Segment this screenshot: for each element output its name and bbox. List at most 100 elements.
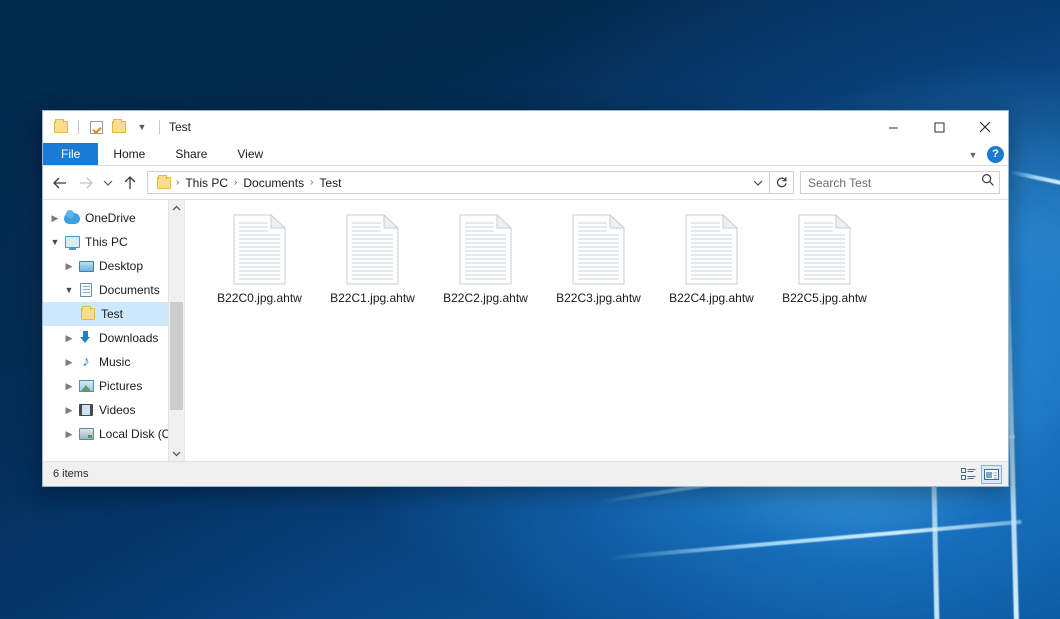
scrollbar-thumb[interactable] (170, 302, 183, 410)
file-explorer-window: ▼ Test File Home Share View ▼ ? (42, 110, 1009, 487)
recent-locations-chevron-icon[interactable] (99, 170, 117, 196)
breadcrumb-item-documents[interactable]: Documents (238, 176, 309, 190)
ribbon-right-controls[interactable]: ▼ ? (963, 143, 1004, 166)
title-bar[interactable]: ▼ Test (43, 111, 1008, 143)
sidebar-item-onedrive[interactable]: ▶ OneDrive (43, 206, 184, 230)
back-button[interactable] (47, 170, 73, 196)
sidebar-item-this-pc[interactable]: ▼ This PC (43, 230, 184, 254)
file-grid[interactable]: B22C0.jpg.ahtw (203, 212, 1008, 305)
document-file-icon (684, 214, 740, 286)
file-item[interactable]: B22C4.jpg.ahtw (655, 212, 768, 305)
help-icon[interactable]: ? (987, 146, 1004, 163)
file-name-label: B22C2.jpg.ahtw (443, 291, 528, 305)
scroll-down-icon[interactable] (169, 445, 184, 461)
file-name-label: B22C5.jpg.ahtw (782, 291, 867, 305)
sidebar-item-desktop[interactable]: ▶ Desktop (43, 254, 184, 278)
sidebar-item-label: Pictures (99, 379, 142, 393)
disk-icon (77, 426, 95, 442)
document-file-icon (571, 214, 627, 286)
sidebar-item-music[interactable]: ▶ ♪ Music (43, 350, 184, 374)
chevron-down-icon[interactable]: ▼ (47, 234, 63, 250)
file-item[interactable]: B22C0.jpg.ahtw (203, 212, 316, 305)
up-button[interactable] (117, 170, 143, 196)
window-body: ▶ OneDrive ▼ This PC ▶ Desktop ▼ (43, 199, 1008, 461)
file-list-pane[interactable]: B22C0.jpg.ahtw (185, 200, 1008, 461)
window-title: Test (169, 120, 191, 134)
toolbar-separator (78, 120, 79, 134)
large-icons-view-button[interactable] (981, 465, 1002, 484)
chevron-down-icon[interactable]: ▼ (963, 145, 983, 165)
chevron-down-icon[interactable] (749, 172, 767, 193)
folder-icon (155, 175, 173, 191)
file-name-label: B22C3.jpg.ahtw (556, 291, 641, 305)
chevron-right-icon[interactable]: ▶ (61, 426, 77, 442)
tab-view[interactable]: View (222, 143, 278, 165)
navigation-pane[interactable]: ▶ OneDrive ▼ This PC ▶ Desktop ▼ (43, 200, 185, 461)
document-file-icon (797, 214, 853, 286)
chevron-right-icon[interactable]: ▶ (61, 258, 77, 274)
tab-file[interactable]: File (43, 143, 98, 165)
file-item[interactable]: B22C3.jpg.ahtw (542, 212, 655, 305)
sidebar-item-label: Local Disk (C:) (99, 427, 178, 441)
refresh-icon[interactable] (770, 171, 794, 194)
details-view-button[interactable] (958, 465, 979, 484)
sidebar-item-test[interactable]: Test (43, 302, 184, 326)
search-box[interactable] (800, 171, 1000, 194)
ribbon-tab-bar[interactable]: File Home Share View ▼ ? (43, 143, 1008, 166)
sidebar-item-label: Downloads (99, 331, 158, 345)
chevron-right-icon[interactable]: ▶ (61, 330, 77, 346)
document-file-icon (458, 214, 514, 286)
folder-icon (79, 306, 97, 322)
tab-home[interactable]: Home (98, 143, 160, 165)
navigation-pane-scrollbar[interactable] (168, 200, 184, 461)
file-name-label: B22C4.jpg.ahtw (669, 291, 754, 305)
sidebar-item-pictures[interactable]: ▶ Pictures (43, 374, 184, 398)
file-item[interactable]: B22C5.jpg.ahtw (768, 212, 881, 305)
search-icon[interactable] (981, 173, 995, 192)
chevron-right-icon[interactable]: ▶ (61, 378, 77, 394)
item-count-label: 6 items (53, 468, 88, 480)
sidebar-item-label: This PC (85, 235, 128, 249)
sidebar-item-videos[interactable]: ▶ Videos (43, 398, 184, 422)
chevron-right-icon[interactable]: ▶ (61, 354, 77, 370)
sidebar-item-label: Videos (99, 403, 135, 417)
search-input[interactable] (808, 176, 981, 190)
sidebar-item-label: Music (99, 355, 130, 369)
minimize-icon[interactable] (870, 111, 916, 143)
quick-access-toolbar[interactable]: ▼ Test (43, 111, 191, 143)
scrollbar-track[interactable] (169, 216, 184, 445)
scroll-up-icon[interactable] (169, 200, 184, 216)
address-bar-row[interactable]: › This PC › Documents › Test (43, 166, 1008, 199)
file-item[interactable]: B22C1.jpg.ahtw (316, 212, 429, 305)
sidebar-item-label: Documents (99, 283, 160, 297)
pc-icon (63, 234, 81, 250)
sidebar-item-local-disk[interactable]: ▶ Local Disk (C:) (43, 422, 184, 446)
pictures-icon (77, 378, 95, 394)
view-buttons[interactable] (958, 465, 1002, 484)
maximize-icon[interactable] (916, 111, 962, 143)
forward-button (73, 170, 99, 196)
new-folder-icon[interactable] (109, 117, 129, 137)
tab-share[interactable]: Share (160, 143, 222, 165)
window-controls[interactable] (870, 111, 1008, 143)
file-name-label: B22C0.jpg.ahtw (217, 291, 302, 305)
document-file-icon (232, 214, 288, 286)
breadcrumb[interactable]: › This PC › Documents › Test (153, 175, 749, 191)
chevron-right-icon[interactable]: ▶ (47, 210, 63, 226)
address-bar[interactable]: › This PC › Documents › Test (147, 171, 770, 194)
folder-icon[interactable] (51, 117, 71, 137)
wallpaper-logo-ray-lower (608, 520, 1022, 560)
sidebar-item-documents[interactable]: ▼ Documents (43, 278, 184, 302)
chevron-right-icon[interactable]: ▶ (61, 402, 77, 418)
breadcrumb-item-this-pc[interactable]: This PC (180, 176, 233, 190)
file-item[interactable]: B22C2.jpg.ahtw (429, 212, 542, 305)
sidebar-item-downloads[interactable]: ▶ Downloads (43, 326, 184, 350)
music-icon: ♪ (77, 354, 95, 370)
file-name-label: B22C1.jpg.ahtw (330, 291, 415, 305)
breadcrumb-item-test[interactable]: Test (314, 176, 346, 190)
close-icon[interactable] (962, 111, 1008, 143)
navigation-tree[interactable]: ▶ OneDrive ▼ This PC ▶ Desktop ▼ (43, 200, 184, 446)
chevron-down-icon[interactable]: ▼ (61, 282, 77, 298)
chevron-down-icon[interactable]: ▼ (132, 117, 152, 137)
properties-icon[interactable] (86, 117, 106, 137)
